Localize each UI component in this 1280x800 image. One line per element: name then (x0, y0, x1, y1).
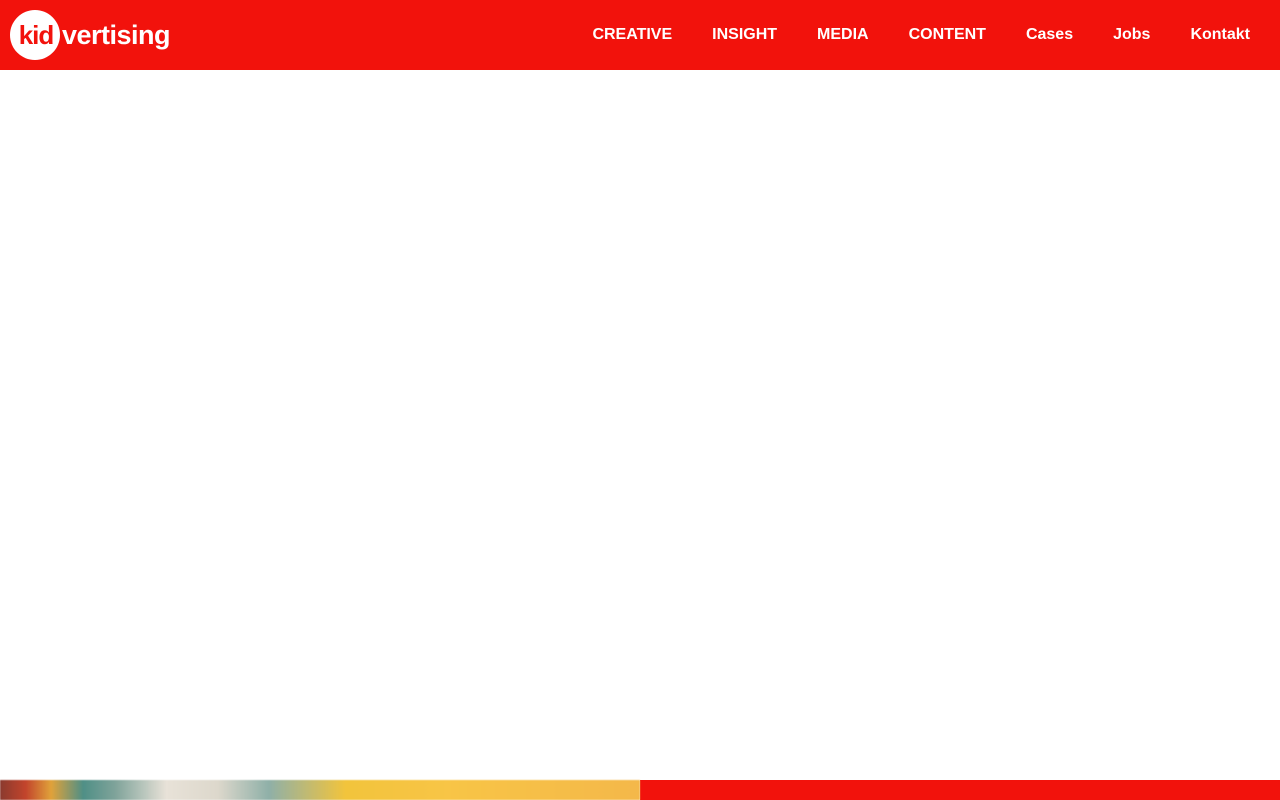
site-header: kid vertising CREATIVE INSIGHT MEDIA CON… (0, 0, 1280, 70)
nav-item-jobs[interactable]: Jobs (1093, 0, 1170, 70)
hero-photo-edge (0, 780, 640, 800)
main-content-area (0, 70, 1280, 780)
nav-item-insight[interactable]: INSIGHT (692, 0, 797, 70)
nav-item-media[interactable]: MEDIA (797, 0, 889, 70)
kidvertising-logo[interactable]: kid vertising (10, 10, 171, 60)
nav-item-content[interactable]: CONTENT (889, 0, 1006, 70)
logo-circle: kid (10, 10, 60, 60)
logo-circle-text: kid (18, 19, 55, 50)
main-navigation: CREATIVE INSIGHT MEDIA CONTENT Cases Job… (572, 0, 1270, 70)
nav-item-creative[interactable]: CREATIVE (572, 0, 692, 70)
nav-item-kontakt[interactable]: Kontakt (1170, 0, 1270, 70)
hero-section-top-edge (0, 780, 1280, 800)
hero-red-panel-edge (640, 780, 1280, 800)
logo-wordmark: vertising (62, 20, 171, 50)
nav-item-cases[interactable]: Cases (1006, 0, 1093, 70)
